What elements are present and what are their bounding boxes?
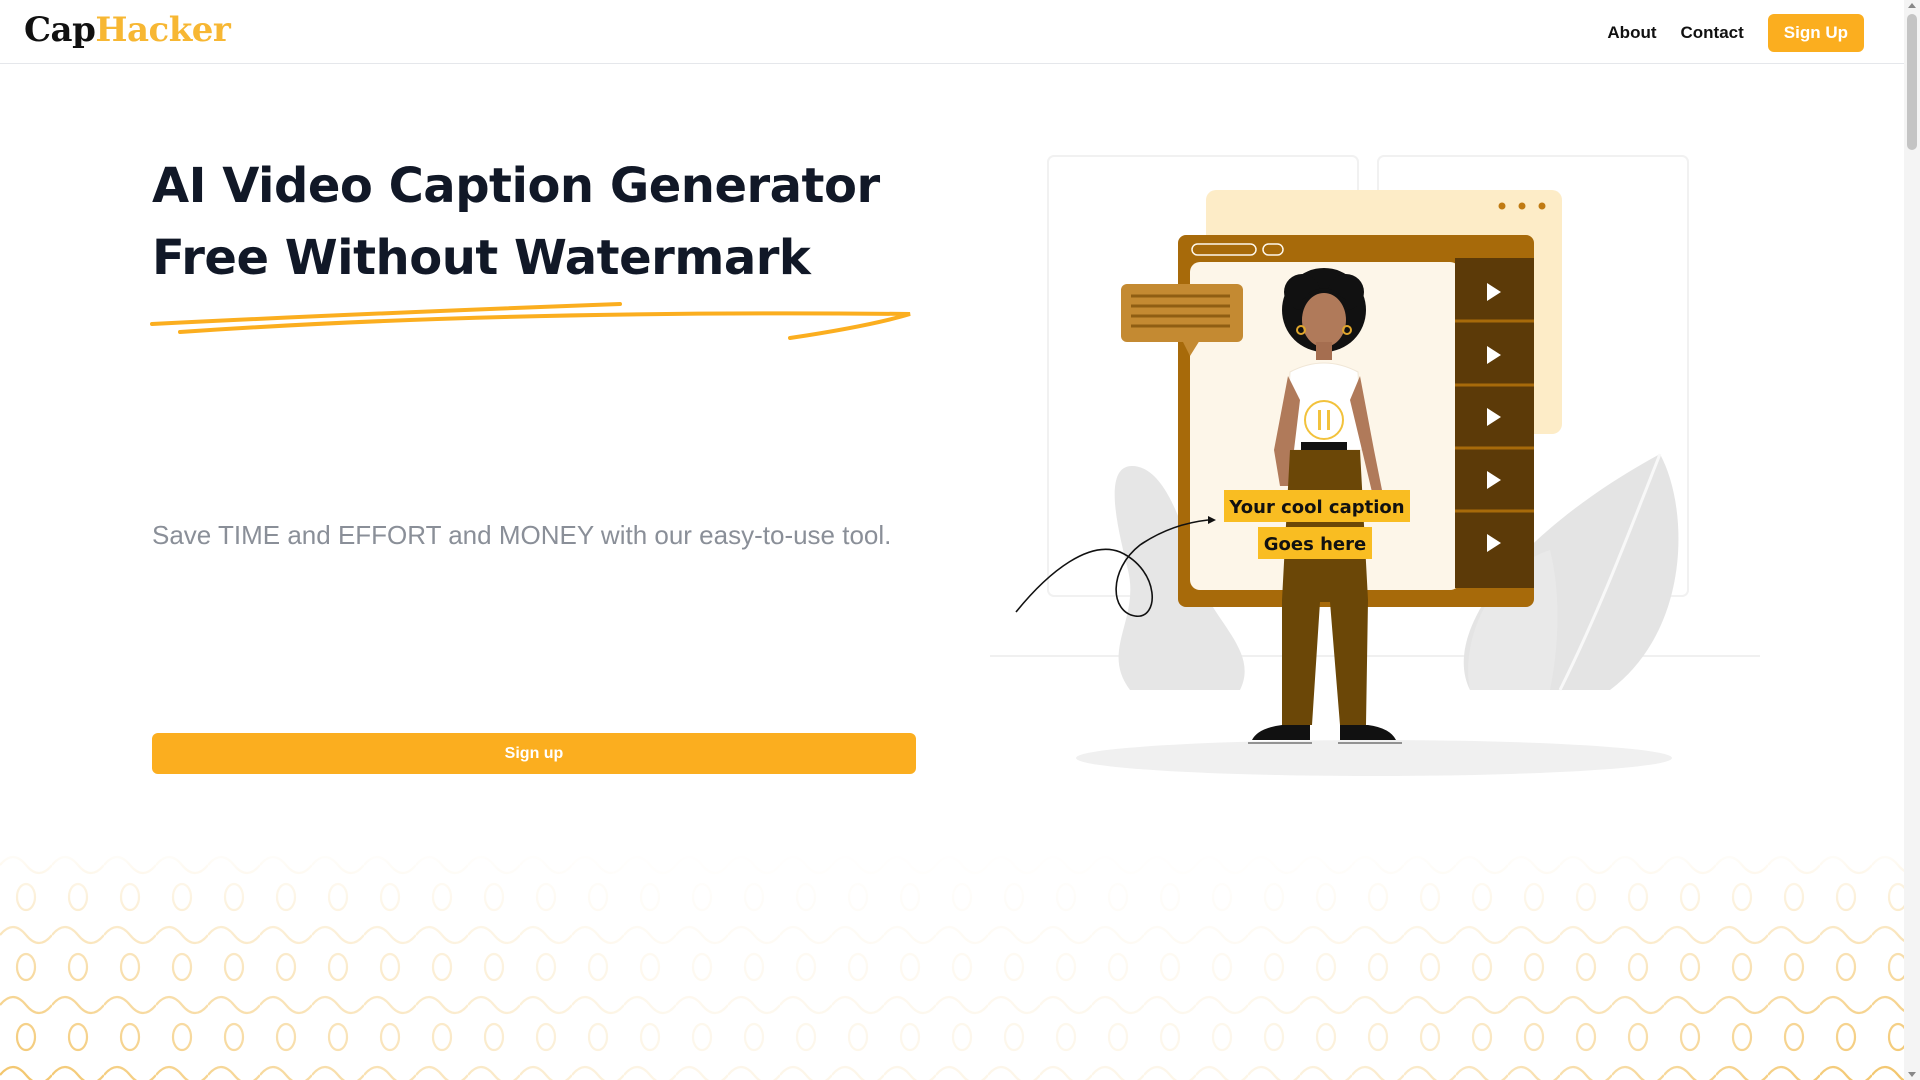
wave-pattern-background (0, 845, 1904, 1080)
hero-title: AI Video Caption Generator Free Without … (152, 150, 932, 294)
hero-subtitle: Save TIME and EFFORT and MONEY with our … (152, 520, 892, 550)
logo-cap: Cap (24, 10, 96, 50)
page-scrollbar[interactable] (1904, 0, 1920, 1080)
logo[interactable]: CapHacker (24, 10, 231, 50)
scroll-down-arrow-icon[interactable] (1908, 1072, 1916, 1077)
title-underline-scribble (150, 302, 911, 340)
logo-hacker: Hacker (95, 10, 231, 50)
caption-line1: Your cool caption (1228, 497, 1404, 518)
nav-about-link[interactable]: About (1607, 23, 1656, 43)
caption-line2: Goes here (1264, 534, 1366, 555)
scroll-up-arrow-icon[interactable] (1908, 3, 1916, 8)
hero-title-line2: Free Without Watermark (152, 230, 811, 286)
hero-illustration: Your cool caption Goes here (990, 155, 1760, 776)
main-nav: About Contact Sign Up (1607, 14, 1864, 52)
site-header: CapHacker About Contact Sign Up (0, 0, 1904, 64)
header-signup-button[interactable]: Sign Up (1767, 14, 1864, 52)
hero-signup-button[interactable]: Sign up (152, 733, 916, 774)
hero-title-line1: AI Video Caption Generator (152, 158, 880, 214)
scrollbar-thumb[interactable] (1907, 14, 1917, 150)
nav-contact-link[interactable]: Contact (1681, 23, 1744, 43)
